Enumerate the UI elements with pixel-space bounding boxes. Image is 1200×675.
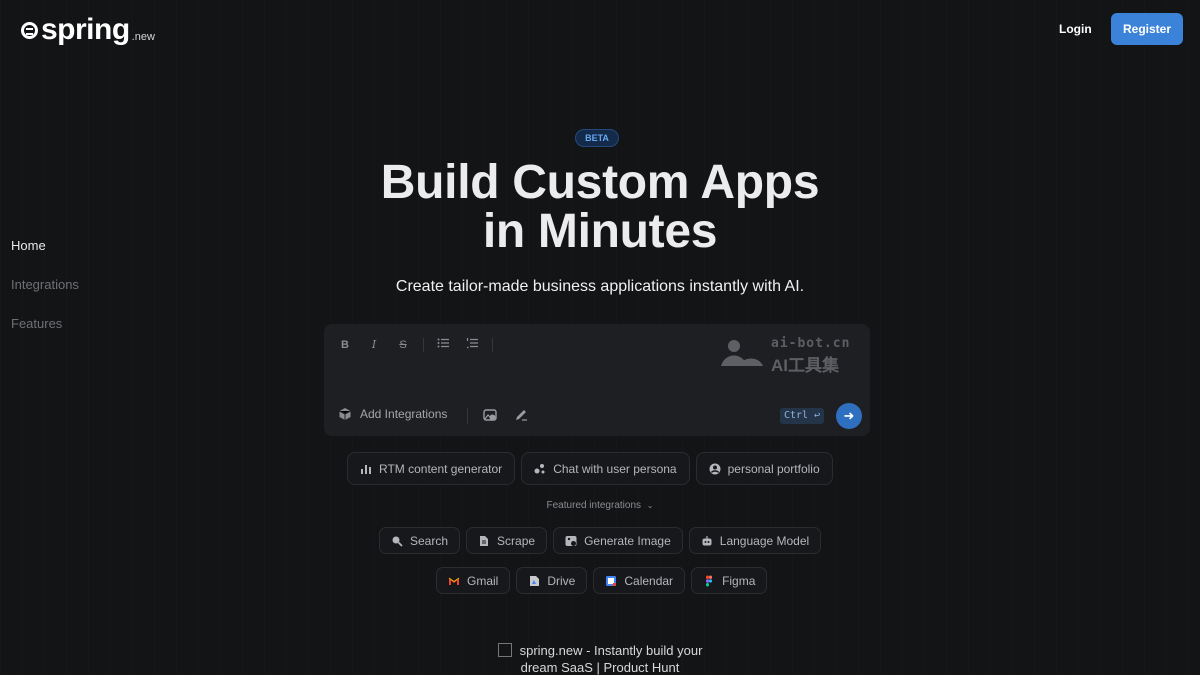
- watermark-top: ai-bot.cn: [771, 336, 851, 351]
- broken-image-icon: [497, 643, 512, 657]
- side-nav: Home Integrations Features: [11, 237, 79, 354]
- drive-icon: [530, 575, 540, 586]
- logo[interactable]: spring .new: [21, 14, 155, 46]
- hero-title-line2: in Minutes: [482, 205, 718, 258]
- bullet-list-icon[interactable]: [435, 337, 451, 353]
- cube-icon: [339, 408, 351, 420]
- watermark: ai-bot.cn AI工具集: [719, 334, 864, 375]
- document-icon: [480, 535, 489, 546]
- integration-label: Figma: [722, 573, 756, 588]
- keyboard-shortcut-hint: Ctrl ↩: [780, 408, 825, 424]
- integration-chip-search[interactable]: Search: [379, 527, 461, 554]
- bold-icon[interactable]: B: [337, 337, 353, 353]
- figma-icon: [706, 575, 713, 586]
- logo-suffix: .new: [131, 31, 155, 43]
- side-nav-item-home[interactable]: Home: [11, 237, 79, 276]
- add-integrations-label: Add Integrations: [360, 407, 448, 421]
- italic-icon[interactable]: I: [366, 337, 382, 353]
- robot-icon: [702, 535, 712, 545]
- send-button[interactable]: ➜: [836, 403, 862, 429]
- integration-label: Gmail: [467, 573, 499, 588]
- suggestion-chip[interactable]: personal portfolio: [695, 452, 833, 485]
- integration-label: Language Model: [719, 533, 810, 548]
- side-nav-item-features[interactable]: Features: [11, 315, 79, 354]
- strikethrough-icon[interactable]: S: [395, 337, 411, 353]
- image-upload-icon[interactable]: [483, 408, 497, 422]
- integration-chip-language-model[interactable]: Language Model: [688, 527, 822, 554]
- suggestion-label: Chat with user persona: [553, 461, 677, 476]
- prompt-editor[interactable]: B I S ai-bot.cn AI工具集 Add Integrations C…: [324, 324, 870, 436]
- integration-chip-drive[interactable]: Drive: [516, 567, 588, 594]
- integration-label: Calendar: [624, 573, 674, 588]
- draw-pen-icon[interactable]: [514, 408, 528, 422]
- editor-divider: [467, 408, 468, 424]
- suggestion-chip[interactable]: RTM content generator: [347, 452, 516, 485]
- calendar-icon: [606, 575, 617, 586]
- product-hunt-alt-text: spring.new - Instantly build your dream …: [519, 643, 703, 675]
- search-icon: [392, 536, 403, 547]
- persona-icon: [534, 463, 545, 473]
- toolbar-divider: [423, 338, 424, 352]
- featured-integrations-label: Featured integrations: [546, 500, 642, 511]
- bar-chart-icon: [361, 464, 371, 474]
- product-hunt-badge[interactable]: spring.new - Instantly build your dream …: [495, 642, 705, 675]
- integration-chip-generate-image[interactable]: Generate Image: [553, 527, 683, 554]
- integration-label: Search: [410, 533, 449, 548]
- suggestion-chips: RTM content generator Chat with user per…: [347, 452, 833, 485]
- suggestion-label: RTM content generator: [379, 461, 503, 476]
- integration-chip-scrape[interactable]: Scrape: [466, 527, 548, 554]
- integration-chip-gmail[interactable]: Gmail: [436, 567, 511, 594]
- watermark-bottom: AI工具集: [771, 356, 839, 375]
- featured-integrations-toggle[interactable]: Featured integrations ⌄: [500, 500, 700, 511]
- hero-title: Build Custom Apps in Minutes: [300, 158, 900, 256]
- integrations-row-1: Search Scrape Generate Image Language Mo…: [379, 527, 822, 554]
- logo-mark-icon: [21, 22, 38, 39]
- suggestion-label: personal portfolio: [727, 461, 820, 476]
- integrations-row-2: Gmail Drive Calendar Figma: [436, 567, 768, 594]
- login-link[interactable]: Login: [1048, 17, 1103, 41]
- register-button[interactable]: Register: [1111, 13, 1183, 45]
- chevron-down-icon: ⌄: [646, 501, 654, 510]
- gmail-icon: [448, 577, 460, 585]
- integration-label: Generate Image: [584, 533, 671, 548]
- image-icon: [565, 535, 577, 546]
- integration-label: Drive: [547, 573, 576, 588]
- numbered-list-icon[interactable]: [464, 337, 480, 353]
- hero-title-line1: Build Custom Apps: [380, 156, 820, 209]
- integration-chip-calendar[interactable]: Calendar: [593, 567, 686, 594]
- user-circle-icon: [709, 463, 721, 474]
- side-nav-item-integrations[interactable]: Integrations: [11, 276, 79, 315]
- suggestion-chip[interactable]: Chat with user persona: [521, 452, 690, 485]
- add-integrations-button[interactable]: Add Integrations: [338, 407, 447, 421]
- integration-label: Scrape: [497, 533, 536, 548]
- beta-badge: BETA: [575, 129, 619, 147]
- watermark-logo-icon: [721, 340, 763, 366]
- integration-chip-figma[interactable]: Figma: [691, 567, 768, 594]
- hero-subtitle: Create tailor-made business applications…: [395, 278, 805, 295]
- toolbar-divider: [492, 338, 493, 352]
- logo-text: spring: [41, 13, 130, 46]
